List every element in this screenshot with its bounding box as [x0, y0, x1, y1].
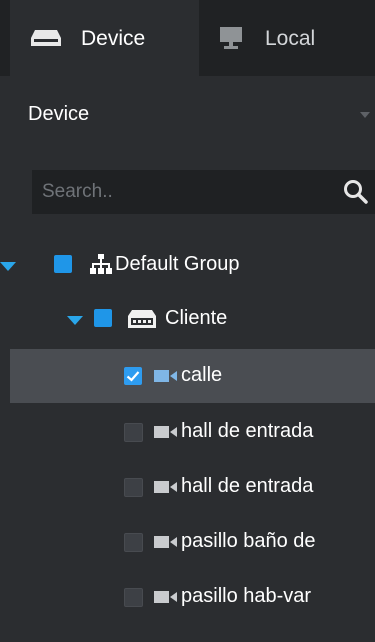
tab-bar: Device Local [0, 0, 375, 76]
dvr-icon [127, 309, 157, 329]
camera-label: calle [181, 364, 223, 386]
expand-caret-icon[interactable] [67, 316, 83, 325]
camera-icon [154, 534, 178, 550]
client-checkbox[interactable] [94, 309, 112, 327]
checkmark-icon [126, 371, 140, 382]
tab-label: Local [265, 27, 316, 50]
camera-checkbox[interactable] [124, 533, 143, 552]
tab-local[interactable]: Local [199, 0, 375, 76]
group-checkbox[interactable] [54, 255, 72, 273]
monitor-icon [218, 26, 244, 50]
camera-icon [154, 589, 178, 605]
search-box [32, 170, 375, 214]
tree-node-camera[interactable]: hall de entrada [10, 405, 375, 459]
tree-node-cliente[interactable]: Cliente [10, 292, 375, 346]
chevron-down-icon [360, 112, 370, 118]
tree-node-camera[interactable]: hall de entrada [10, 460, 375, 514]
tree-node-camera[interactable]: pasillo hab-var [10, 570, 375, 624]
tree-node-camera[interactable]: pasillo baño de [10, 515, 375, 569]
camera-checkbox[interactable] [124, 367, 142, 385]
org-chart-icon [90, 253, 112, 275]
tab-device[interactable]: Device [10, 0, 199, 76]
camera-label: pasillo baño de [181, 530, 316, 552]
search-icon[interactable] [343, 179, 369, 205]
expand-caret-icon[interactable] [0, 262, 16, 271]
device-select[interactable]: Device [10, 86, 375, 144]
tree-node-label: Cliente [165, 307, 228, 329]
camera-label: pasillo hab-var [181, 585, 312, 607]
camera-checkbox[interactable] [124, 588, 143, 607]
search-input[interactable] [32, 170, 342, 214]
tree-node-label: Default Group [115, 253, 240, 275]
camera-label: hall de entrada [181, 420, 314, 442]
device-select-value: Device [28, 103, 90, 125]
camera-icon [154, 368, 178, 384]
camera-icon [154, 479, 178, 495]
camera-label: hall de entrada [181, 475, 314, 497]
device-icon [30, 28, 62, 48]
camera-checkbox[interactable] [124, 423, 143, 442]
camera-icon [154, 424, 178, 440]
camera-checkbox[interactable] [124, 478, 143, 497]
tab-label: Device [81, 27, 146, 50]
tree-node-default-group[interactable]: Default Group [0, 238, 375, 292]
tree-node-camera[interactable]: calle [10, 349, 375, 403]
